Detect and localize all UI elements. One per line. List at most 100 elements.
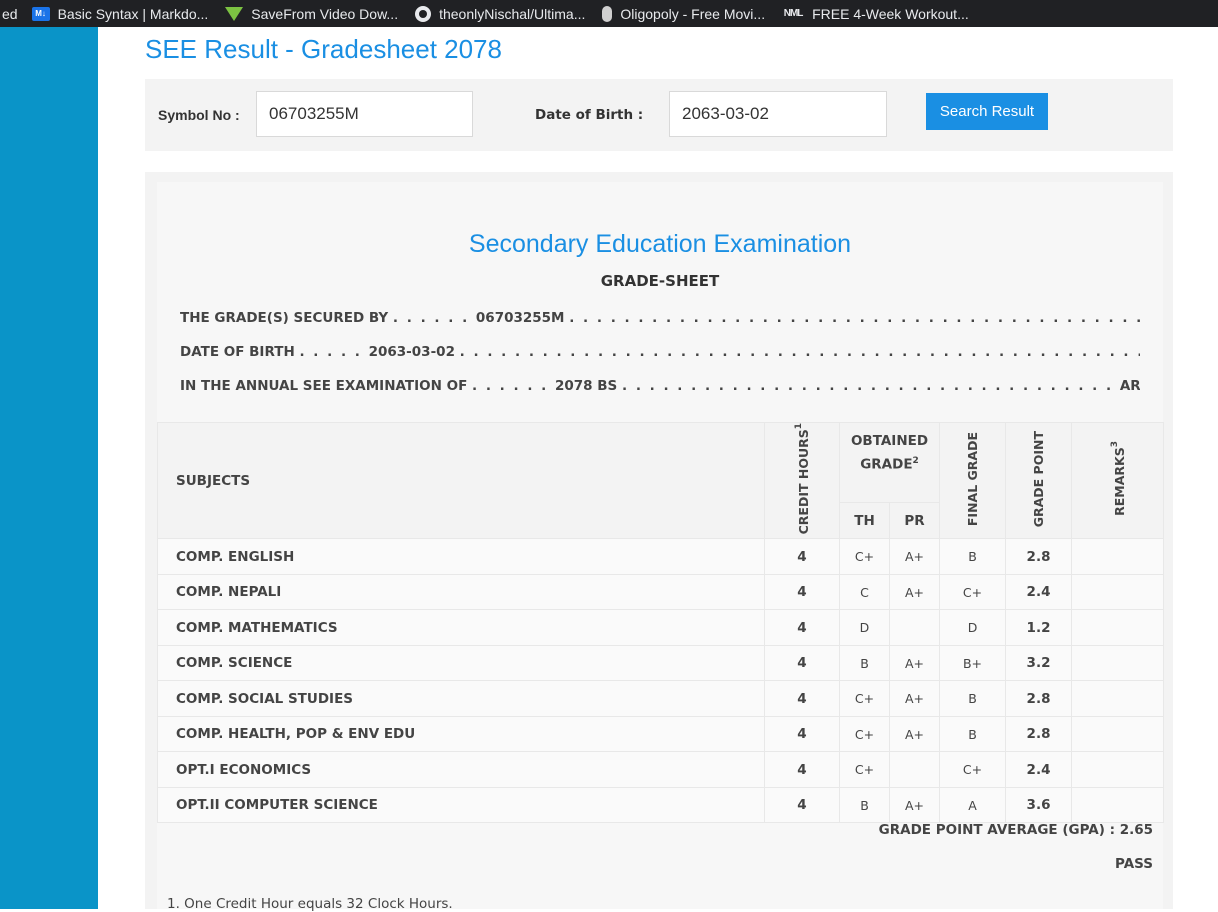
grade-point-text: GRADE POINT [1030,430,1046,527]
pr-grade-cell [888,751,941,788]
subject-cell: COMP. MATHEMATICS [157,609,765,646]
pr-grade-cell: A+ [888,644,941,682]
remarks-cell [1071,644,1165,682]
th-grade-cell: C [839,573,890,611]
grade-sheet: Secondary Education Examination GRADE-SH… [157,182,1165,912]
credit-cell: 4 [764,786,840,824]
given-below: ARE GIVEN BELOW . . . [1119,378,1140,394]
bookmark-oligopoly[interactable]: Oligopoly - Free Movi... [602,5,765,22]
final-grade-cell: A [939,786,1007,824]
final-grade-cell: B [939,715,1007,753]
obtained-grade-sup: 2 [912,456,919,466]
final-grade-cell: B [939,680,1007,717]
github-icon [415,5,432,22]
final-grade-text: FINAL GRADE [964,431,980,526]
left-sidebar [0,27,98,909]
search-result-button[interactable]: Search Result [926,93,1048,130]
credit-cell: 4 [764,751,840,788]
grade-point-cell: 3.6 [1005,786,1073,824]
grade-point-cell: 1.2 [1005,609,1073,646]
grade-point-header: GRADE POINT [1005,421,1073,540]
footnote: 1. One Credit Hour equals 32 Clock Hours… [167,896,453,912]
table-header-row: SUBJECTS CREDIT HOURS1 OBTAINED GRADE2 F… [157,421,1165,540]
final-grade-cell: C+ [939,751,1007,788]
grade-point-cell: 2.8 [1005,538,1073,575]
download-arrow-icon [225,6,244,21]
subject-cell: COMP. SOCIAL STUDIES [157,680,765,717]
bookmarks-bar: ed M↓ Basic Syntax | Markdo... SaveFrom … [0,0,1218,27]
secured-by-line: THE GRADE(S) SECURED BY . . . . . . 0670… [180,310,1140,326]
bookmark-markdown[interactable]: M↓ Basic Syntax | Markdo... [31,5,209,22]
table-row: COMP. SOCIAL STUDIES 4 C+ A+ B 2.8 [157,680,1165,717]
table-row: COMP. ENGLISH 4 C+ A+ B 2.8 [157,538,1165,575]
credit-cell: 4 [764,680,840,717]
grade-sheet-title: GRADE-SHEET [600,272,720,290]
remarks-header: REMARKS3 [1071,421,1165,540]
dob-line: DATE OF BIRTH . . . . . 2063-03-02 . . .… [180,344,1140,360]
subject-cell: COMP. ENGLISH [157,538,765,575]
grade-point-cell: 2.8 [1005,680,1073,717]
dob-label: Date of Birth : [535,107,644,123]
bookmark-savefrom[interactable]: SaveFrom Video Dow... [225,6,398,22]
credit-hours-sup: 1 [794,423,805,430]
th-grade-cell: C+ [839,715,890,753]
bookmark-workout[interactable]: NML FREE 4-Week Workout... [782,6,969,22]
th-grade-cell: B [839,786,890,824]
page-title: SEE Result - Gradesheet 2078 [145,34,502,64]
th-grade-cell: B [839,644,890,682]
remarks-cell [1071,751,1165,788]
table-row: OPT.II COMPUTER SCIENCE 4 B A+ A 3.6 [157,786,1165,824]
final-grade-cell: B [939,538,1007,575]
subject-cell: COMP. NEPALI [157,573,765,611]
obtained-grade-text: OBTAINED GRADE [850,433,929,473]
search-form: Symbol No : Date of Birth : Search Resul… [145,79,1173,151]
final-grade-cell: B+ [939,644,1007,682]
pr-grade-cell: A+ [888,786,941,824]
remarks-text: REMARKS [1112,447,1128,517]
pr-grade-cell: A+ [888,538,941,575]
credit-cell: 4 [764,644,840,682]
symbol-label: Symbol No : [158,107,240,123]
exam-line-label: IN THE ANNUAL SEE EXAMINATION OF [180,378,468,394]
th-grade-cell: C+ [839,751,890,788]
markdown-icon: M↓ [31,6,50,21]
remarks-cell [1071,680,1165,717]
secured-by-label: THE GRADE(S) SECURED BY [180,310,389,326]
subject-cell: OPT.I ECONOMICS [157,751,765,788]
pr-header: PR [888,502,941,540]
exam-title: Secondary Education Examination [468,230,852,258]
subject-cell: COMP. SCIENCE [157,644,765,682]
dob-input[interactable] [669,91,887,137]
subjects-header: SUBJECTS [157,421,765,540]
gpa-value: 2.65 [1119,822,1153,838]
pr-grade-cell [888,609,941,646]
exam-year: 2078 BS [554,378,618,394]
th-header: TH [839,502,890,540]
bookmark-label: Basic Syntax | Markdo... [57,5,209,22]
final-grade-cell: D [939,609,1007,646]
bookmark-label: theonlyNischal/Ultima... [439,5,586,22]
subject-cell: OPT.II COMPUTER SCIENCE [157,786,765,824]
bookmark-label: FREE 4-Week Workout... [812,5,969,22]
grade-point-cell: 2.8 [1005,715,1073,753]
pr-grade-cell: A+ [888,680,941,717]
remarks-cell [1071,609,1165,646]
gpa-summary: GRADE POINT AVERAGE (GPA) : 2.65 [879,822,1153,838]
final-grade-header: FINAL GRADE [939,421,1007,540]
th-grade-cell: C+ [839,680,890,717]
credit-cell: 4 [764,573,840,611]
symbol-input[interactable] [256,91,473,137]
result-container: Secondary Education Examination GRADE-SH… [145,172,1173,912]
bookmark-truncated[interactable]: ed [0,6,32,22]
th-grade-cell: C+ [839,538,890,575]
nml-icon: NML [783,8,804,19]
grade-table: SUBJECTS CREDIT HOURS1 OBTAINED GRADE2 F… [157,421,1165,824]
grade-point-cell: 2.4 [1005,751,1073,788]
remarks-cell [1071,786,1165,824]
exam-line: IN THE ANNUAL SEE EXAMINATION OF . . . .… [180,378,1140,398]
table-row: COMP. NEPALI 4 C A+ C+ 2.4 [157,573,1165,611]
credit-cell: 4 [764,715,840,753]
bookmark-github[interactable]: theonlyNischal/Ultima... [415,5,586,22]
credit-hours-header: CREDIT HOURS1 [764,421,840,540]
table-row: COMP. SCIENCE 4 B A+ B+ 3.2 [157,644,1165,682]
